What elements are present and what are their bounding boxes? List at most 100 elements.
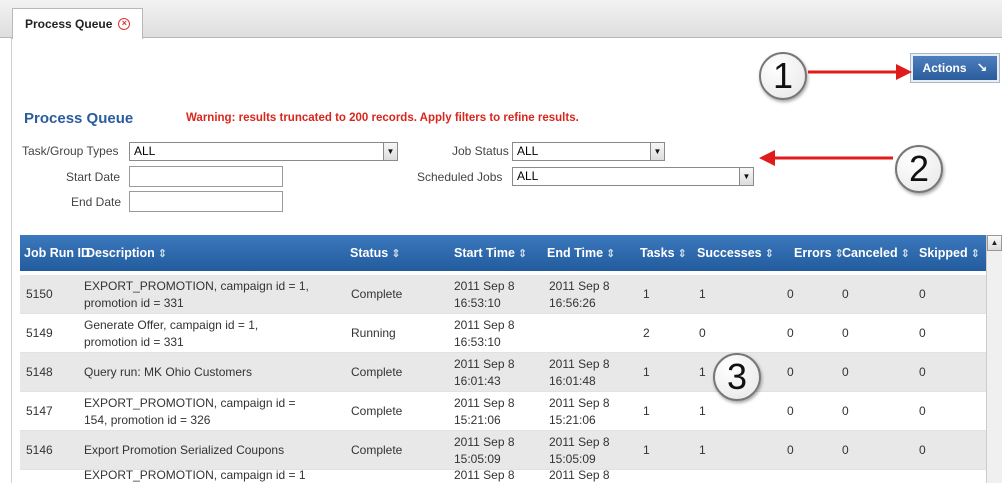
callout-3: 3: [713, 353, 761, 401]
column-label: Canceled: [842, 246, 898, 260]
vertical-scrollbar[interactable]: ▲: [986, 235, 1002, 483]
column-end-time[interactable]: End Time ⇕: [547, 235, 615, 271]
table-row[interactable]: 5148 Query run: MK Ohio Customers Comple…: [20, 353, 986, 392]
column-label: Start Time: [454, 246, 515, 260]
column-tasks[interactable]: Tasks ⇕: [640, 235, 687, 271]
job-run-id-cell: 5148: [26, 365, 53, 380]
job-run-id-cell: 5147: [26, 404, 53, 419]
description-line: promotion id = 331: [84, 334, 184, 349]
date-line: 2011 Sep 8: [454, 396, 515, 411]
canceled-cell: 0: [842, 365, 849, 380]
column-label: Description: [86, 246, 155, 260]
column-skipped[interactable]: Skipped ⇕: [919, 235, 980, 271]
start-time-cell: 2011 Sep 8 16:53:10: [454, 314, 515, 353]
status-cell: Complete: [351, 365, 403, 380]
status-cell: Running: [351, 326, 396, 341]
sort-icon[interactable]: ⇕: [158, 247, 167, 260]
description-line: EXPORT_PROMOTION, campaign id =: [84, 396, 296, 411]
column-label: Errors: [794, 246, 832, 260]
time-line: 15:05:09: [549, 451, 596, 466]
arrow-down-right-icon: ↘: [976, 60, 988, 75]
date-line: 2011 Sep 8: [549, 279, 610, 294]
description-line: Export Promotion Serialized Coupons: [84, 443, 285, 458]
scheduled-jobs-select[interactable]: ALL ▼: [512, 167, 754, 186]
date-line: 2011 Sep 8: [454, 318, 515, 333]
canceled-cell: 0: [842, 326, 849, 341]
time-line: 16:01:48: [549, 373, 596, 388]
close-icon[interactable]: ×: [118, 18, 131, 30]
start-date-label: Start Date: [66, 170, 121, 184]
end-time-cell: 2011 Sep 8 16:56:26: [549, 275, 610, 314]
job-run-id-cell: 5146: [26, 443, 53, 458]
actions-button-face[interactable]: Actions ↘: [913, 56, 997, 80]
end-date-input[interactable]: [129, 191, 283, 212]
date-line: 2011 Sep 8: [549, 396, 610, 411]
start-time-cell: 2011 Sep 8 15:05:09: [454, 431, 515, 470]
sort-icon[interactable]: ⇕: [518, 247, 527, 260]
status-cell: Complete: [351, 287, 403, 302]
column-job-run-id[interactable]: Job Run ID: [24, 235, 90, 271]
column-start-time[interactable]: Start Time ⇕: [454, 235, 527, 271]
column-label: Successes: [697, 246, 762, 260]
table-row[interactable]: EXPORT_PROMOTION, campaign id = 1 2011 S…: [20, 470, 986, 483]
skipped-cell: 0: [919, 326, 926, 341]
time-line: 15:21:06: [549, 412, 596, 427]
task-group-types-value: ALL: [134, 144, 156, 158]
description-line: 154, promotion id = 326: [84, 412, 211, 427]
time-line: 15:21:06: [454, 412, 501, 427]
callout-1: 1: [759, 52, 807, 100]
callout-2: 2: [895, 145, 943, 193]
sort-icon[interactable]: ⇕: [971, 247, 980, 260]
arrow-right-icon: [808, 64, 912, 80]
job-status-value: ALL: [517, 144, 539, 158]
chevron-down-icon[interactable]: ▼: [650, 143, 664, 160]
description-line: Query run: MK Ohio Customers: [84, 365, 253, 380]
canceled-cell: 0: [842, 287, 849, 302]
tab-process-queue[interactable]: Process Queue ×: [12, 8, 144, 39]
table-row[interactable]: 5146 Export Promotion Serialized Coupons…: [20, 431, 986, 470]
end-time-cell: 2011 Sep 8 16:01:48: [549, 353, 610, 392]
date-line: 2011 Sep 8: [454, 357, 515, 372]
column-successes[interactable]: Successes ⇕: [697, 235, 774, 271]
successes-cell: 1: [699, 443, 706, 458]
tasks-cell: 1: [643, 443, 650, 458]
column-canceled[interactable]: Canceled ⇕: [842, 235, 910, 271]
sort-icon[interactable]: ⇕: [901, 247, 910, 260]
start-date-input[interactable]: [129, 166, 283, 187]
sort-icon[interactable]: ⇕: [391, 247, 400, 260]
table-row[interactable]: 5147 EXPORT_PROMOTION, campaign id = 154,…: [20, 392, 986, 431]
task-group-types-select[interactable]: ALL ▼: [129, 142, 398, 161]
table-row[interactable]: 5149 Generate Offer, campaign id = 1, pro…: [20, 314, 986, 353]
scroll-up-icon[interactable]: ▲: [987, 235, 1002, 251]
start-time-cell: 2011 Sep 8 15:21:06: [454, 392, 515, 431]
column-description[interactable]: Description ⇕: [86, 235, 167, 271]
column-label: Job Run ID: [24, 246, 90, 260]
column-errors[interactable]: Errors ⇕: [794, 235, 844, 271]
time-line: 16:53:10: [454, 295, 501, 310]
successes-cell: 0: [699, 326, 706, 341]
sort-icon[interactable]: ⇕: [765, 247, 774, 260]
errors-cell: 0: [787, 443, 794, 458]
tasks-cell: 1: [643, 287, 650, 302]
job-status-select[interactable]: ALL ▼: [512, 142, 665, 161]
errors-cell: 0: [787, 365, 794, 380]
task-group-types-label: Task/Group Types: [22, 144, 119, 158]
job-run-id-cell: 5150: [26, 287, 53, 302]
end-time-cell: 2011 Sep 8 15:05:09: [549, 431, 610, 470]
column-label: Skipped: [919, 246, 968, 260]
date-line: 2011 Sep 8: [549, 357, 610, 372]
job-status-label: Job Status: [452, 144, 509, 158]
sort-icon[interactable]: ⇕: [678, 247, 687, 260]
actions-button[interactable]: Actions ↘: [910, 53, 1000, 83]
table-row[interactable]: 5150 EXPORT_PROMOTION, campaign id = 1, p…: [20, 275, 986, 314]
chevron-down-icon[interactable]: ▼: [383, 143, 397, 160]
status-cell: Complete: [351, 404, 403, 419]
tasks-cell: 1: [643, 404, 650, 419]
sort-icon[interactable]: ⇕: [606, 247, 615, 260]
canceled-cell: 0: [842, 443, 849, 458]
chevron-down-icon[interactable]: ▼: [739, 168, 753, 185]
column-status[interactable]: Status ⇕: [350, 235, 400, 271]
date-line: 2011 Sep 8: [549, 435, 610, 450]
start-time-cell: 2011 Sep 8: [454, 470, 515, 482]
end-time-cell: 2011 Sep 8 15:21:06: [549, 392, 610, 431]
